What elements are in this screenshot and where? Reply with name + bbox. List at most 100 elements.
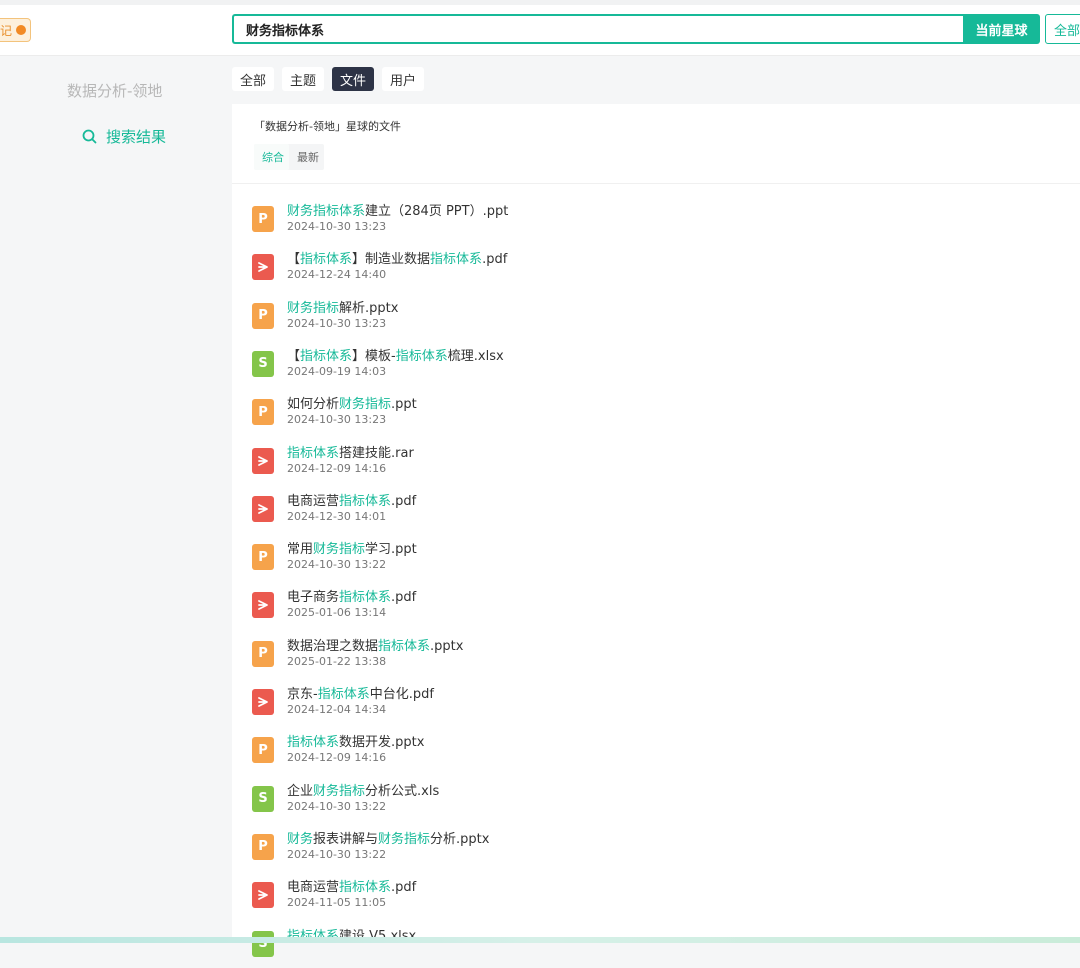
group-name[interactable]: 数据分析-领地 <box>67 80 162 101</box>
file-name[interactable]: 如何分析财务指标.ppt <box>287 396 417 413</box>
file-item[interactable]: S 指标体系建设 V5.xlsx <box>252 928 416 968</box>
file-name[interactable]: 财务报表讲解与财务指标分析.pptx <box>287 831 489 848</box>
file-item[interactable]: P 财务指标解析.pptx 2024-10-30 13:23 <box>252 300 398 340</box>
file-name-text: 如何分析 <box>287 397 340 413</box>
search-icon <box>82 129 97 144</box>
file-item[interactable]: P 常用财务指标学习.ppt 2024-10-30 13:22 <box>252 541 417 581</box>
file-name-highlight: 指标体系 <box>300 348 353 364</box>
file-name[interactable]: 【指标体系】制造业数据指标体系.pdf <box>287 251 507 268</box>
file-name-text: 京东- <box>287 687 318 702</box>
sort-comprehensive[interactable]: 综合 <box>254 144 289 170</box>
ppt-file-icon: P <box>252 833 274 860</box>
file-item[interactable]: P 如何分析财务指标.ppt 2024-10-30 13:23 <box>252 396 417 436</box>
file-name-highlight: 财务指标 <box>339 397 392 413</box>
xls-file-icon: S <box>252 350 274 377</box>
file-date: 2024-12-09 14:16 <box>287 461 387 475</box>
file-name[interactable]: 【指标体系】模板-指标体系梳理.xlsx <box>287 348 504 365</box>
file-name-text: 】制造业数据 <box>352 252 431 268</box>
file-name[interactable]: 数据治理之数据指标体系.pptx <box>287 638 463 655</box>
file-date: 2024-11-05 11:05 <box>287 896 387 910</box>
ppt-file-icon: P <box>252 302 274 329</box>
file-name-text: 分析.pptx <box>430 831 490 847</box>
ppt-file-icon: P <box>252 544 274 571</box>
file-name-highlight: 指标体系 <box>378 638 431 654</box>
file-name[interactable]: 财务指标解析.pptx <box>287 300 398 317</box>
xls-file-icon: S <box>252 785 274 812</box>
file-name-text: 数据治理之数据 <box>287 638 379 654</box>
file-name[interactable]: 电子商务指标体系.pdf <box>287 589 416 606</box>
sidebar-item-search-results[interactable]: 搜索结果 <box>82 126 166 147</box>
file-item[interactable]: 京东-指标体系中台化.pdf 2024-12-04 14:34 <box>252 686 434 726</box>
file-date: 2025-01-06 13:14 <box>287 606 387 620</box>
file-name[interactable]: 指标体系搭建技能.rar <box>287 445 414 462</box>
file-name-text: 梳理.xlsx <box>447 348 504 364</box>
file-name[interactable]: 指标体系数据开发.pptx <box>287 734 424 751</box>
file-name-highlight: 财务指标 <box>378 831 431 847</box>
search-input[interactable] <box>234 16 963 42</box>
file-name-text: 搭建技能.rar <box>339 445 414 461</box>
file-date: 2024-12-24 14:40 <box>287 268 387 282</box>
file-date: 2024-10-30 13:23 <box>287 316 387 330</box>
search-all-button[interactable]: 全部 <box>1045 14 1080 44</box>
bottom-strip <box>0 937 1080 943</box>
file-name[interactable]: 常用财务指标学习.ppt <box>287 541 417 558</box>
file-item[interactable]: 电子商务指标体系.pdf 2025-01-06 13:14 <box>252 589 416 629</box>
file-name-highlight: 财务指标 <box>287 300 340 316</box>
file-name[interactable]: 财务指标体系建立（284页 PPT）.ppt <box>287 203 508 220</box>
tab-files[interactable]: 文件 <box>332 67 375 91</box>
tab-topics[interactable]: 主题 <box>282 67 325 91</box>
file-name-highlight: 财务指标体系 <box>287 204 366 219</box>
tab-all[interactable]: 全部 <box>232 67 275 91</box>
file-name-text: .pdf <box>391 590 417 606</box>
file-name-highlight: 指标体系 <box>395 348 448 364</box>
sort-tabs: 综合 最新 <box>254 144 324 170</box>
file-name-text: 数据开发.pptx <box>339 735 425 751</box>
file-name-text: 报表讲解与 <box>313 831 379 847</box>
file-name[interactable]: 京东-指标体系中台化.pdf <box>287 686 434 703</box>
file-item[interactable]: 【指标体系】制造业数据指标体系.pdf 2024-12-24 14:40 <box>252 251 507 291</box>
file-item[interactable]: S 企业财务指标分析公式.xls 2024-10-30 13:22 <box>252 783 439 823</box>
file-date: 2024-10-30 13:23 <box>287 413 387 427</box>
file-item[interactable]: P 数据治理之数据指标体系.pptx 2025-01-22 13:38 <box>252 638 463 678</box>
sort-latest[interactable]: 最新 <box>289 144 324 170</box>
file-item[interactable]: S 【指标体系】模板-指标体系梳理.xlsx 2024-09-19 14:03 <box>252 348 504 388</box>
file-name-text: .pdf <box>391 493 417 509</box>
sidebar-item-label: 搜索结果 <box>106 128 167 146</box>
file-item[interactable]: 指标体系搭建技能.rar 2024-12-09 14:16 <box>252 445 414 485</box>
pdf-file-icon <box>252 592 274 619</box>
result-type-tabs: 全部 主题 文件 用户 <box>232 67 425 91</box>
notes-tag[interactable]: 记 <box>0 18 32 42</box>
file-item[interactable]: 电商运营指标体系.pdf 2024-12-30 14:01 <box>252 493 416 533</box>
file-date: 2024-12-04 14:34 <box>287 703 387 716</box>
ppt-file-icon: P <box>252 737 274 764</box>
file-item[interactable]: P 财务报表讲解与财务指标分析.pptx 2024-10-30 13:22 <box>252 831 489 871</box>
file-item[interactable]: P 财务指标体系建立（284页 PPT）.ppt 2024-10-30 13:23 <box>252 203 508 243</box>
file-name-text: 电商运营 <box>287 493 340 509</box>
file-name-highlight: 财务指标 <box>313 783 366 799</box>
tab-users[interactable]: 用户 <box>382 67 425 91</box>
notes-tag-label: 记 <box>0 23 13 38</box>
search-box <box>232 14 963 44</box>
panel-title: 「数据分析-领地」星球的文件 <box>254 120 401 133</box>
pdf-file-icon <box>252 254 274 281</box>
file-name[interactable]: 电商运营指标体系.pdf <box>287 493 416 510</box>
file-item[interactable]: P 指标体系数据开发.pptx 2024-12-09 14:16 <box>252 734 424 774</box>
file-name[interactable]: 企业财务指标分析公式.xls <box>287 783 439 800</box>
file-name[interactable]: 电商运营指标体系.pdf <box>287 879 416 896</box>
pdf-file-icon <box>252 495 274 522</box>
file-name-highlight: 指标体系 <box>339 880 392 896</box>
file-name-highlight: 指标体系 <box>430 252 483 268</box>
file-name-text: .pdf <box>482 252 508 268</box>
results-panel: 「数据分析-领地」星球的文件 综合 最新 P 财务指标体系建立（284页 PPT）… <box>232 104 1080 957</box>
file-name-highlight: 指标体系 <box>287 445 340 461</box>
file-name-text: 电商运营 <box>287 880 340 896</box>
file-date: 2024-10-30 13:22 <box>287 847 387 861</box>
ppt-file-icon: P <box>252 206 274 232</box>
file-date: 2024-09-19 14:03 <box>287 364 387 378</box>
search-current-planet-button[interactable]: 当前星球 <box>963 14 1040 44</box>
file-name-text: 建立（284页 PPT）.ppt <box>365 204 509 219</box>
file-name-highlight: 指标体系 <box>317 687 370 702</box>
file-name-text: 解析.pptx <box>339 300 399 316</box>
file-item[interactable]: 电商运营指标体系.pdf 2024-11-05 11:05 <box>252 879 416 919</box>
file-date: 2024-10-30 13:22 <box>287 558 387 572</box>
